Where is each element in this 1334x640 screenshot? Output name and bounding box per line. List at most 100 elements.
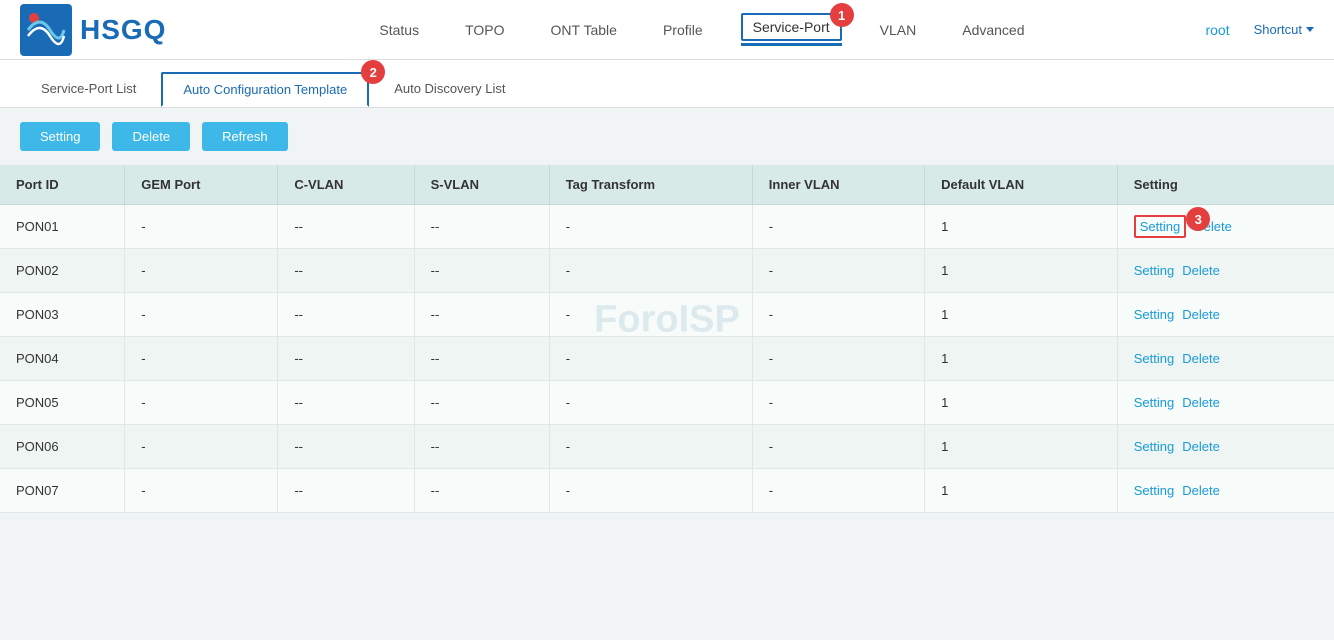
nav-item-vlan[interactable]: VLAN <box>872 18 925 42</box>
cell-tag-transform: - <box>549 381 752 425</box>
action-delete-link[interactable]: Delete <box>1182 263 1220 278</box>
action-setting-link[interactable]: Setting <box>1134 483 1174 498</box>
logo-icon <box>20 4 72 56</box>
nav-item-root[interactable]: root <box>1197 18 1237 42</box>
cell-port-id: PON03 <box>0 293 125 337</box>
cell-gem-port: - <box>125 381 278 425</box>
action-delete-link[interactable]: Delete <box>1182 483 1220 498</box>
cell-port-id: PON06 <box>0 425 125 469</box>
nav-item-topo[interactable]: TOPO <box>457 18 512 42</box>
tab-auto-config-wrapper: Auto Configuration Template 2 <box>161 72 373 107</box>
cell-gem-port: - <box>125 205 278 249</box>
cell-inner-vlan: - <box>752 381 924 425</box>
toolbar: Setting Delete Refresh <box>0 108 1334 165</box>
table-row: PON02-------1SettingDelete <box>0 249 1334 293</box>
shortcut-label: Shortcut <box>1254 22 1302 37</box>
cell-inner-vlan: - <box>752 205 924 249</box>
cell-actions: Setting Delete <box>1117 249 1334 293</box>
cell-c-vlan: -- <box>278 469 414 513</box>
action-delete-link[interactable]: Delete <box>1182 351 1220 366</box>
action-setting-link[interactable]: Setting <box>1134 395 1174 410</box>
cell-s-vlan: -- <box>414 293 549 337</box>
action-delete-link[interactable]: Delete <box>1182 439 1220 454</box>
cell-gem-port: - <box>125 469 278 513</box>
cell-tag-transform: - <box>549 249 752 293</box>
data-table: Port ID GEM Port C-VLAN S-VLAN Tag Trans… <box>0 165 1334 513</box>
cell-port-id: PON07 <box>0 469 125 513</box>
cell-port-id: PON02 <box>0 249 125 293</box>
tab-auto-discovery-list[interactable]: Auto Discovery List <box>373 72 526 107</box>
cell-s-vlan: -- <box>414 249 549 293</box>
action-setting-link[interactable]: Setting <box>1134 215 1186 238</box>
action-setting-link[interactable]: Setting <box>1134 263 1174 278</box>
chevron-down-icon <box>1306 27 1314 32</box>
cell-inner-vlan: - <box>752 469 924 513</box>
cell-s-vlan: -- <box>414 205 549 249</box>
cell-actions: Setting Delete <box>1117 337 1334 381</box>
table-body: PON01-------1Setting3DeletePON02-------1… <box>0 205 1334 513</box>
nav-item-advanced[interactable]: Advanced <box>954 18 1032 42</box>
action-setting-link[interactable]: Setting <box>1134 351 1174 366</box>
refresh-button[interactable]: Refresh <box>202 122 288 151</box>
cell-tag-transform: - <box>549 293 752 337</box>
table-row: PON01-------1Setting3Delete <box>0 205 1334 249</box>
cell-tag-transform: - <box>549 425 752 469</box>
cell-port-id: PON04 <box>0 337 125 381</box>
logo-area: HSGQ <box>20 4 166 56</box>
cell-inner-vlan: - <box>752 249 924 293</box>
cell-c-vlan: -- <box>278 249 414 293</box>
col-header-default-vlan: Default VLAN <box>925 165 1118 205</box>
cell-c-vlan: -- <box>278 293 414 337</box>
tab-service-port-list[interactable]: Service-Port List <box>20 72 157 107</box>
table-row: PON07-------1SettingDelete <box>0 469 1334 513</box>
header: HSGQ Status TOPO ONT Table Profile Servi… <box>0 0 1334 60</box>
cell-actions: Setting3Delete <box>1117 205 1334 249</box>
table-header: Port ID GEM Port C-VLAN S-VLAN Tag Trans… <box>0 165 1334 205</box>
main-nav: Status TOPO ONT Table Profile Service-Po… <box>206 13 1197 46</box>
cell-port-id: PON05 <box>0 381 125 425</box>
cell-default-vlan: 1 <box>925 337 1118 381</box>
table-row: PON04-------1SettingDelete <box>0 337 1334 381</box>
col-header-c-vlan: C-VLAN <box>278 165 414 205</box>
cell-s-vlan: -- <box>414 425 549 469</box>
nav-item-service-port-wrapper: Service-Port 1 <box>741 13 842 46</box>
action-delete-link[interactable]: Delete <box>1182 307 1220 322</box>
col-header-port-id: Port ID <box>0 165 125 205</box>
nav-item-shortcut[interactable]: Shortcut <box>1254 22 1314 37</box>
logo-text: HSGQ <box>80 14 166 46</box>
action-setting-link[interactable]: Setting <box>1134 439 1174 454</box>
table-row: PON03-------1SettingDelete <box>0 293 1334 337</box>
tabs-bar: Service-Port List Auto Configuration Tem… <box>0 60 1334 108</box>
cell-s-vlan: -- <box>414 381 549 425</box>
cell-default-vlan: 1 <box>925 469 1118 513</box>
col-header-setting: Setting <box>1117 165 1334 205</box>
badge-1: 1 <box>830 3 854 27</box>
setting-button[interactable]: Setting <box>20 122 100 151</box>
nav-item-ont-table[interactable]: ONT Table <box>543 18 625 42</box>
cell-actions: Setting Delete <box>1117 469 1334 513</box>
nav-active-underline <box>741 43 842 46</box>
cell-gem-port: - <box>125 425 278 469</box>
nav-item-profile[interactable]: Profile <box>655 18 711 42</box>
cell-default-vlan: 1 <box>925 249 1118 293</box>
cell-s-vlan: -- <box>414 337 549 381</box>
action-delete-link[interactable]: Delete <box>1182 395 1220 410</box>
cell-actions: Setting Delete <box>1117 293 1334 337</box>
cell-s-vlan: -- <box>414 469 549 513</box>
cell-c-vlan: -- <box>278 425 414 469</box>
cell-inner-vlan: - <box>752 293 924 337</box>
cell-default-vlan: 1 <box>925 425 1118 469</box>
delete-button[interactable]: Delete <box>112 122 190 151</box>
nav-item-service-port[interactable]: Service-Port <box>741 13 842 41</box>
table-row: PON05-------1SettingDelete <box>0 381 1334 425</box>
action-setting-link[interactable]: Setting <box>1134 307 1174 322</box>
cell-tag-transform: - <box>549 205 752 249</box>
cell-default-vlan: 1 <box>925 381 1118 425</box>
table-row: PON06-------1SettingDelete <box>0 425 1334 469</box>
cell-actions: Setting Delete <box>1117 425 1334 469</box>
nav-item-status[interactable]: Status <box>371 18 427 42</box>
cell-tag-transform: - <box>549 469 752 513</box>
cell-gem-port: - <box>125 337 278 381</box>
tab-auto-config-template[interactable]: Auto Configuration Template <box>161 72 369 107</box>
cell-default-vlan: 1 <box>925 293 1118 337</box>
